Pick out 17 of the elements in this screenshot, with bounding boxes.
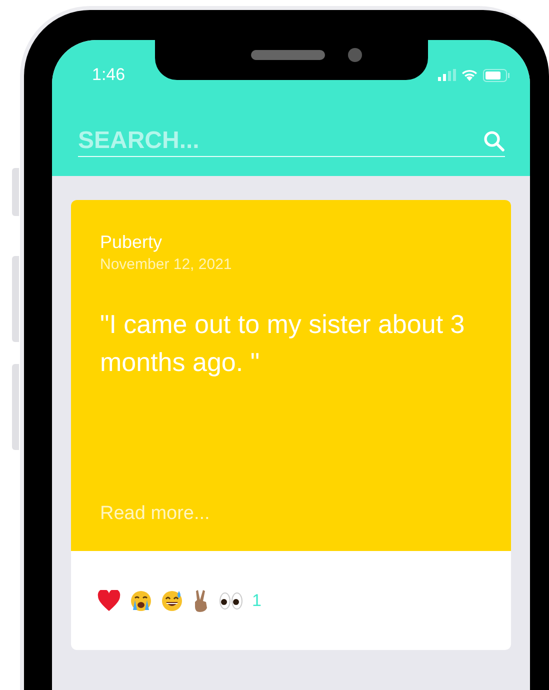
- story-category: Puberty: [100, 231, 164, 253]
- camera-dot: [348, 48, 362, 62]
- wifi-icon: [461, 69, 478, 81]
- story-date: November 12, 2021: [100, 255, 233, 275]
- crying-face-icon[interactable]: [130, 590, 152, 612]
- eyes-icon[interactable]: [219, 590, 243, 610]
- reaction-count: 1: [252, 590, 262, 610]
- battery-icon: [483, 68, 510, 82]
- heart-icon[interactable]: [97, 590, 121, 612]
- search-field[interactable]: SEARCH...: [78, 127, 483, 155]
- read-more-link[interactable]: Read more...: [100, 503, 210, 525]
- story-card[interactable]: Puberty November 12, 2021 "I came out to my sister about 3 months ago. " Read more...: [71, 200, 511, 551]
- sweat-smile-face-icon[interactable]: [161, 590, 183, 612]
- peace-hand-icon[interactable]: [192, 588, 210, 612]
- status-time: 1:46: [92, 65, 126, 85]
- signal-icon: [438, 69, 456, 81]
- story-quote: "I came out to my sister about 3 months ago. ": [100, 308, 466, 379]
